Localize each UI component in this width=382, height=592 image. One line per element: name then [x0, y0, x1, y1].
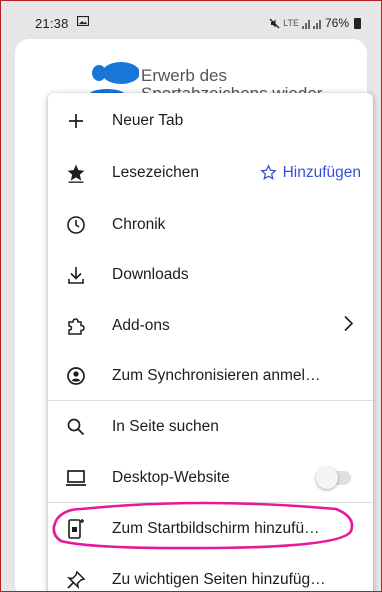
- desktop-site-toggle[interactable]: [316, 466, 351, 489]
- star-filled-icon: [65, 162, 87, 184]
- network-type: LTE: [283, 18, 299, 28]
- toggle-knob: [316, 466, 338, 489]
- pin-icon: [65, 569, 87, 591]
- chevron-right-icon: [343, 314, 355, 337]
- download-icon: [65, 264, 87, 286]
- menu-item-label: Downloads: [112, 265, 189, 283]
- menu-item-history[interactable]: Chronik: [48, 199, 373, 250]
- annotation-circle: [52, 501, 354, 550]
- star-outline-icon: [259, 164, 277, 181]
- search-icon: [65, 416, 87, 438]
- add-bookmark-button[interactable]: Hinzufügen: [259, 163, 361, 182]
- menu-item-label: Chronik: [112, 215, 166, 233]
- status-bar: 21:38 LTE 76%: [1, 1, 381, 43]
- puzzle-icon: [65, 315, 87, 337]
- mute-icon: [269, 18, 280, 28]
- menu-item-desktop-site[interactable]: Desktop-Website: [48, 452, 373, 503]
- menu-item-bookmarks[interactable]: Lesezeichen Hinzufügen: [48, 147, 373, 198]
- menu-item-sign-in-sync[interactable]: Zum Synchronisieren anmel…: [48, 350, 373, 401]
- page-text-line: Erwerb des: [141, 66, 227, 85]
- gallery-notification-icon: [77, 16, 89, 26]
- clock-icon: [65, 214, 87, 236]
- signal-icon: [301, 19, 321, 29]
- menu-item-label: Zu wichtigen Seiten hinzufüg…: [112, 570, 326, 588]
- menu-item-add-to-top-sites[interactable]: Zu wichtigen Seiten hinzufüg…: [48, 554, 373, 591]
- account-icon: [65, 365, 87, 387]
- status-indicators: LTE 76%: [269, 16, 361, 30]
- menu-item-label: Desktop-Website: [112, 468, 230, 486]
- add-bookmark-label: Hinzufügen: [282, 163, 361, 181]
- plus-icon: [65, 110, 87, 132]
- menu-item-label: Zum Synchronisieren anmel…: [112, 366, 321, 384]
- screenshot-frame: 21:38 LTE 76% Erwerb des Neuer Tab Lesez…: [0, 0, 382, 592]
- laptop-icon: [65, 467, 87, 489]
- menu-item-addons[interactable]: Add-ons: [48, 300, 373, 351]
- menu-item-label: Add-ons: [112, 316, 170, 334]
- menu-item-find-in-page[interactable]: In Seite suchen: [48, 401, 373, 452]
- menu-item-downloads[interactable]: Downloads: [48, 249, 373, 300]
- status-time: 21:38: [35, 16, 69, 31]
- battery-icon: [354, 17, 361, 29]
- menu-item-label: Neuer Tab: [112, 111, 184, 129]
- menu-item-label: Lesezeichen: [112, 163, 200, 181]
- battery-percent: 76%: [324, 16, 349, 30]
- menu-item-new-tab[interactable]: Neuer Tab: [48, 95, 373, 146]
- menu-item-label: In Seite suchen: [112, 417, 219, 435]
